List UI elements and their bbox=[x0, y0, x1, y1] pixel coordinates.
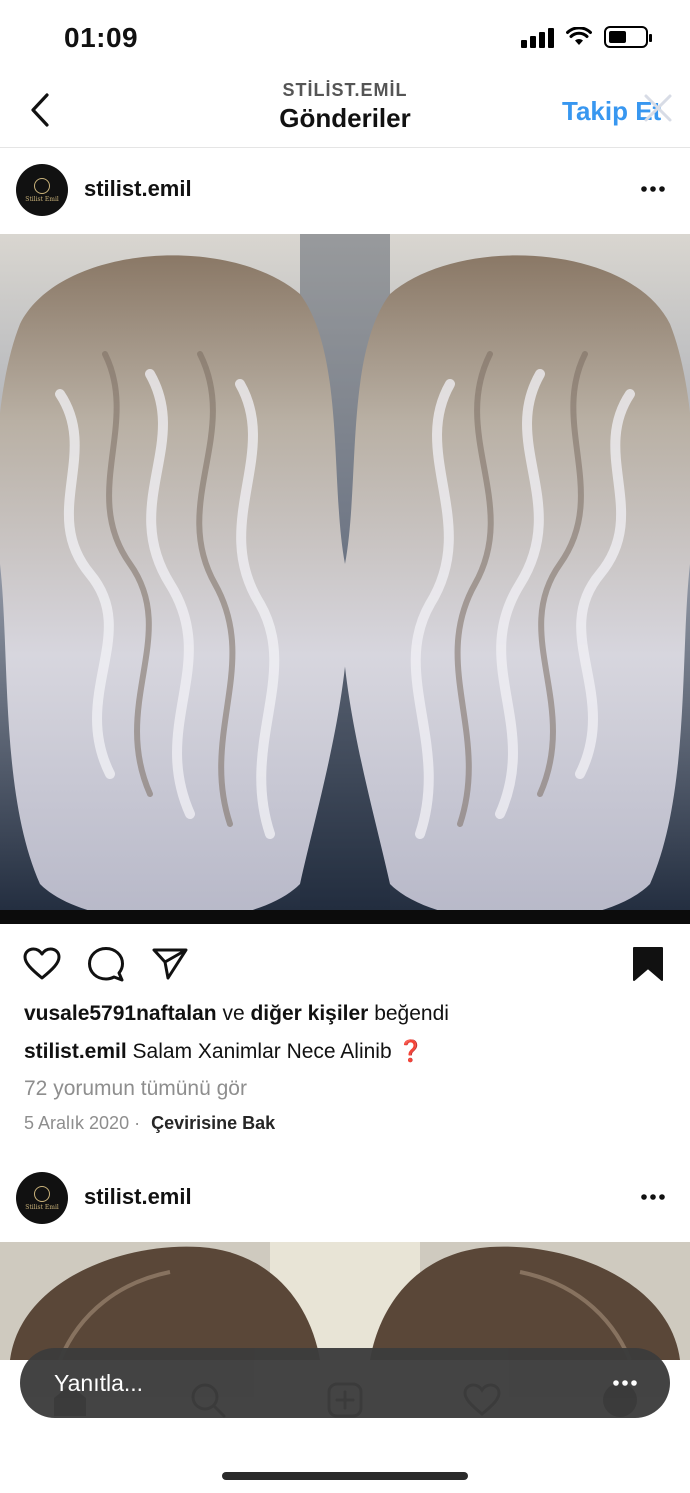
post-photo bbox=[0, 234, 690, 924]
post-header: Stilist Emil stilist.emil bbox=[0, 148, 690, 234]
logo-ring bbox=[34, 177, 50, 194]
status-bar: 01:09 bbox=[0, 0, 690, 76]
status-icons bbox=[521, 26, 652, 48]
post-username[interactable]: stilist.emil bbox=[84, 1184, 192, 1210]
see-translation-link[interactable]: Çevirisine Bak bbox=[151, 1113, 275, 1133]
home-indicator[interactable] bbox=[222, 1472, 468, 1480]
signal-icon bbox=[521, 26, 554, 48]
more-options-button[interactable] bbox=[638, 1182, 668, 1212]
send-icon bbox=[152, 948, 188, 980]
avatar-logo-text: Stilist Emil bbox=[25, 195, 59, 203]
logo-ring bbox=[34, 1185, 50, 1202]
meta-separator: · bbox=[134, 1113, 141, 1133]
more-horizontal-icon bbox=[641, 1194, 665, 1200]
post-username[interactable]: stilist.emil bbox=[84, 176, 192, 202]
header: STİLİST.EMİL Gönderiler Takip Et bbox=[0, 76, 690, 148]
post-photo bbox=[0, 1242, 690, 1360]
post-meta: 5 Aralık 2020 · Çevirisine Bak bbox=[24, 1113, 275, 1134]
question-mark-emoji: ❓ bbox=[397, 1040, 424, 1063]
more-horizontal-icon bbox=[613, 1380, 637, 1386]
avatar[interactable]: Stilist Emil bbox=[16, 1172, 68, 1224]
post-actions bbox=[0, 936, 690, 992]
battery-icon bbox=[604, 26, 652, 48]
comment-icon bbox=[88, 947, 124, 982]
caption-text: Salam Xanimlar Nece Alinib bbox=[126, 1040, 392, 1063]
like-button[interactable] bbox=[22, 944, 62, 984]
reply-input[interactable]: Yanıtla... bbox=[54, 1370, 143, 1397]
post-date: 5 Aralık 2020 bbox=[24, 1113, 130, 1133]
reply-more-button[interactable] bbox=[610, 1368, 640, 1398]
close-icon[interactable] bbox=[640, 90, 676, 126]
liker-username[interactable]: vusale5791naftalan bbox=[24, 1002, 217, 1025]
wifi-icon bbox=[566, 27, 592, 45]
view-all-comments-link[interactable]: 72 yorumun tümünü gör bbox=[24, 1077, 247, 1101]
caption-username[interactable]: stilist.emil bbox=[24, 1040, 127, 1063]
battery-level bbox=[609, 31, 626, 43]
likes-suffix: beğendi bbox=[368, 1002, 449, 1025]
bookmark-icon bbox=[633, 947, 663, 981]
post-image[interactable] bbox=[0, 234, 690, 924]
likes-connector: ve bbox=[216, 1002, 251, 1025]
heart-icon bbox=[23, 947, 61, 980]
share-button[interactable] bbox=[150, 944, 190, 984]
comment-button[interactable] bbox=[86, 944, 126, 984]
post-image[interactable] bbox=[0, 1242, 690, 1360]
avatar-logo-text: Stilist Emil bbox=[25, 1203, 59, 1211]
save-button[interactable] bbox=[628, 944, 668, 984]
post-caption: stilist.emil Salam Xanimlar Nece Alinib ❓ bbox=[24, 1040, 424, 1064]
avatar[interactable]: Stilist Emil bbox=[16, 164, 68, 216]
reply-bar[interactable]: Yanıtla... bbox=[20, 1348, 670, 1418]
likes-others-link[interactable]: diğer kişiler bbox=[250, 1002, 368, 1025]
more-options-button[interactable] bbox=[638, 174, 668, 204]
status-time: 01:09 bbox=[64, 22, 139, 53]
more-horizontal-icon bbox=[641, 186, 665, 192]
post-header: Stilist Emil stilist.emil bbox=[0, 1156, 690, 1242]
likes-text: vusale5791naftalan ve diğer kişiler beğe… bbox=[24, 1002, 449, 1026]
